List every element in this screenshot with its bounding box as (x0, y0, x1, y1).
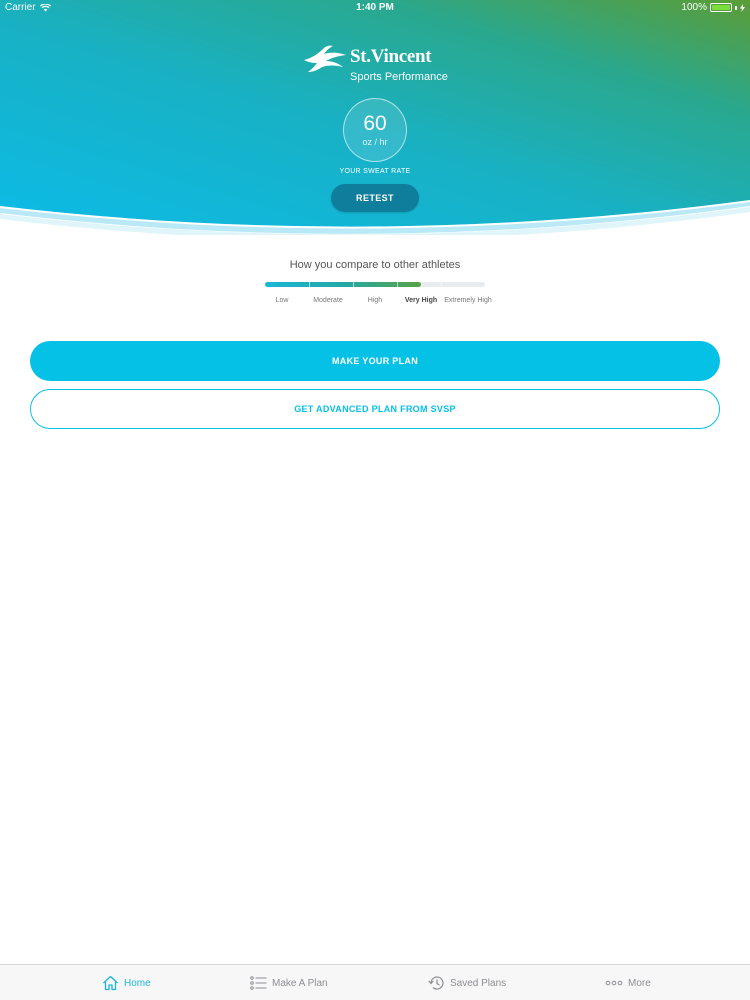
status-time: 1:40 PM (356, 2, 394, 13)
retest-button[interactable]: RETEST (331, 184, 419, 212)
sweat-rate-label: YOUR SWEAT RATE (339, 168, 411, 175)
comparison-scale-labels: Low Moderate High Very High Extremely Hi… (262, 296, 492, 316)
more-icon (605, 980, 623, 986)
battery-percent: 100% (681, 2, 707, 13)
list-icon (250, 976, 267, 990)
get-advanced-plan-button[interactable]: GET ADVANCED PLAN FROM SVSP (30, 389, 720, 429)
brand-logo: St.Vincent Sports Performance (302, 42, 452, 86)
brand-name: St.Vincent (350, 46, 432, 67)
level-label-extremely-high: Extremely High (444, 297, 492, 304)
tab-home-label: Home (124, 977, 151, 989)
charging-icon (740, 3, 745, 12)
scale-divider (353, 282, 354, 287)
tab-bar: Home Make A Plan Saved Plans More (0, 964, 750, 1000)
tab-more-label: More (628, 977, 651, 989)
bird-logo-icon (304, 45, 346, 72)
scale-divider (441, 282, 442, 287)
brand-subtitle: Sports Performance (350, 71, 448, 83)
make-your-plan-button[interactable]: MAKE YOUR PLAN (30, 341, 720, 381)
scale-divider (309, 282, 310, 287)
battery-icon (710, 3, 732, 12)
tab-saved-plans-label: Saved Plans (450, 977, 507, 989)
history-icon (428, 976, 444, 990)
battery-indicator: 100% (681, 2, 745, 13)
header-banner: Carrier 1:40 PM 100% St.Vincent Sports P… (0, 0, 750, 235)
home-icon (103, 975, 118, 991)
scale-divider (397, 282, 398, 287)
sweat-rate-badge: 60 oz / hr (343, 98, 407, 162)
tab-saved-plans[interactable]: Saved Plans (428, 965, 506, 1000)
comparison-title: How you compare to other athletes (289, 259, 461, 271)
tab-more[interactable]: More (605, 965, 651, 1000)
comparison-scale-bar (265, 282, 485, 287)
tab-home[interactable]: Home (102, 965, 151, 1000)
status-bar: Carrier 1:40 PM 100% (0, 0, 750, 16)
battery-tip (735, 5, 737, 10)
tab-make-a-plan[interactable]: Make A Plan (250, 965, 328, 1000)
tab-make-a-plan-label: Make A Plan (272, 977, 328, 989)
sweat-rate-value: 60 (363, 112, 387, 135)
sweat-rate-unit: oz / hr (362, 137, 388, 147)
